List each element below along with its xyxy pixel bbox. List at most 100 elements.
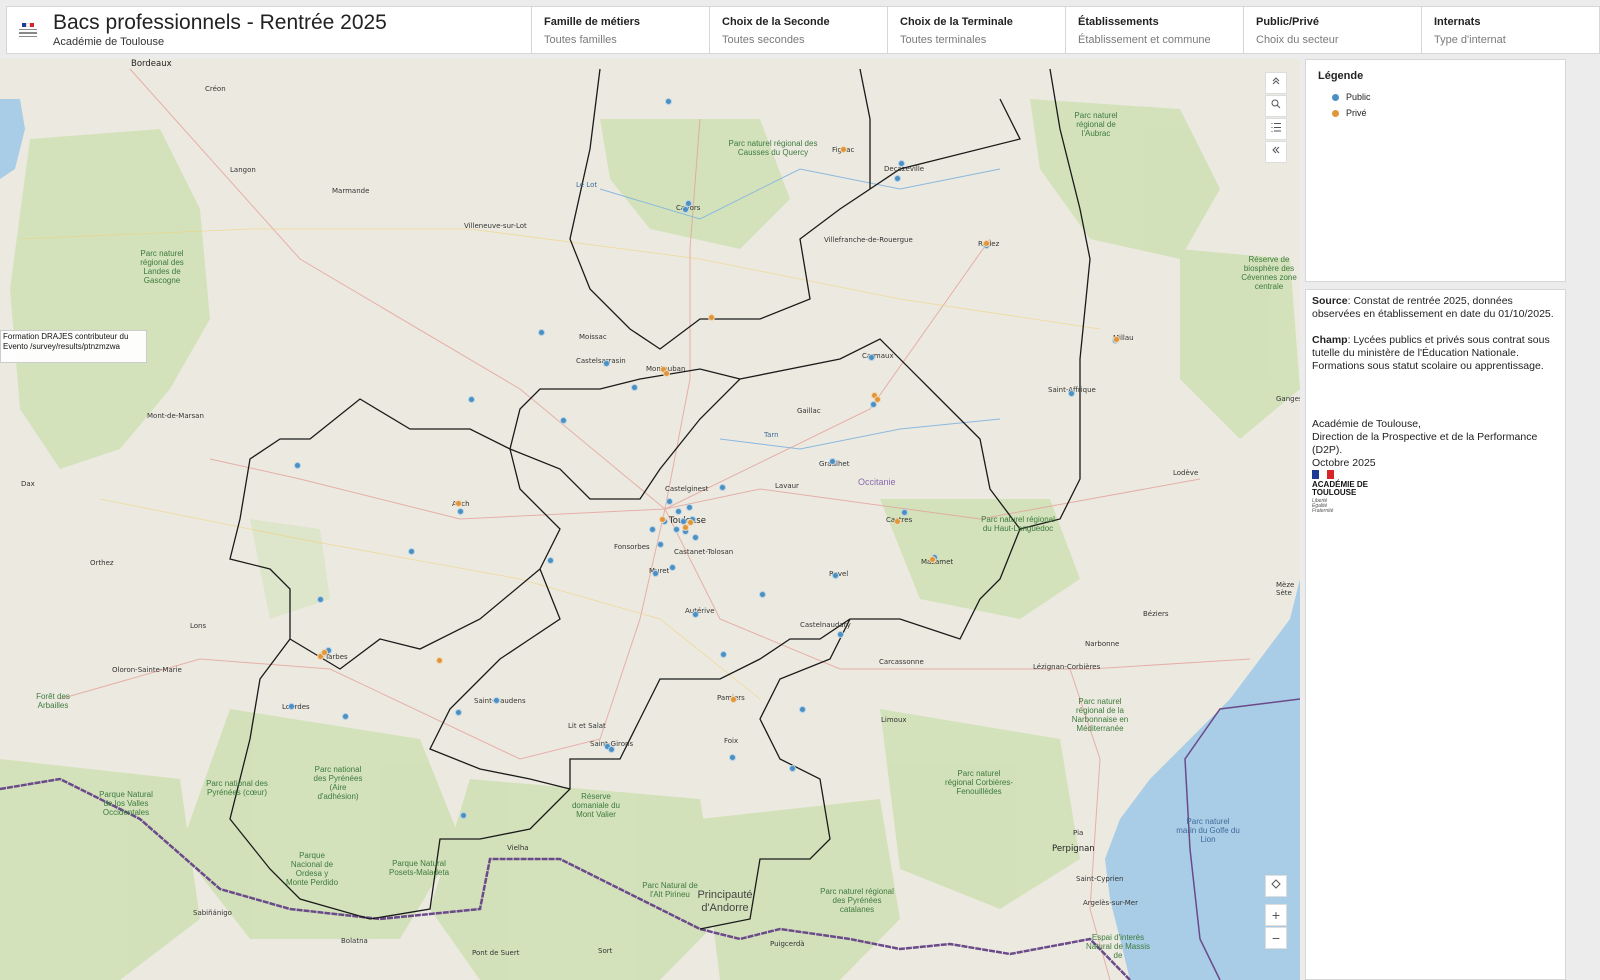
establishment-marker-public[interactable] — [341, 712, 349, 720]
filter-label: Établissements — [1078, 16, 1159, 28]
establishment-marker-public[interactable] — [648, 525, 656, 533]
place-label: Pia — [1073, 829, 1084, 837]
place-label: Lit et Salat — [568, 722, 606, 730]
filter-etablissements[interactable]: Établissements Établissement et commune — [1065, 7, 1243, 53]
source-label: Source — [1312, 295, 1348, 307]
establishment-marker-public[interactable] — [546, 556, 554, 564]
filter-famille-de-metiers[interactable]: Famille de métiers Toutes familles — [531, 7, 709, 53]
establishment-marker-public[interactable] — [672, 525, 680, 533]
establishment-marker-prive[interactable] — [873, 395, 881, 403]
establishment-marker-public[interactable] — [537, 328, 545, 336]
establishment-marker-public[interactable] — [664, 97, 672, 105]
establishment-marker-public[interactable] — [467, 395, 475, 403]
establishment-marker-public[interactable] — [719, 650, 727, 658]
establishment-marker-public[interactable] — [718, 483, 726, 491]
establishment-marker-public[interactable] — [685, 503, 693, 511]
place-label: Perpignan — [1052, 844, 1095, 854]
list-button[interactable] — [1265, 118, 1287, 140]
search-button[interactable] — [1265, 95, 1287, 117]
establishment-marker-public[interactable] — [559, 416, 567, 424]
place-label: Carmaux — [862, 352, 894, 360]
credit-line: Octobre 2025 — [1312, 457, 1376, 469]
establishment-marker-prive[interactable] — [839, 145, 847, 153]
filter-choix-seconde[interactable]: Choix de la Seconde Toutes secondes — [709, 7, 887, 53]
establishment-marker-prive[interactable] — [320, 648, 328, 656]
establishment-marker-prive[interactable] — [707, 313, 715, 321]
establishment-marker-public[interactable] — [656, 540, 664, 548]
establishment-marker-public[interactable] — [893, 174, 901, 182]
champ-label: Champ — [1312, 334, 1348, 346]
establishment-marker-public[interactable] — [316, 595, 324, 603]
establishment-marker-prive[interactable] — [893, 517, 901, 525]
park-label: Parc naturel régional Corbières-Fenouill… — [944, 769, 1014, 796]
brand: Bacs professionnels - Rentrée 2025 Acadé… — [7, 7, 531, 53]
champ-note: Champ: Lycées publics et privés sous con… — [1312, 334, 1559, 373]
map-view[interactable]: Bordeaux Créon Langon Marmande Villeneuv… — [0, 59, 1300, 980]
establishment-marker-prive[interactable] — [982, 239, 990, 247]
establishment-marker-public[interactable] — [287, 702, 295, 710]
establishment-marker-public[interactable] — [454, 708, 462, 716]
place-label: Sort — [598, 947, 613, 955]
establishment-marker-public[interactable] — [492, 696, 500, 704]
place-label: Lodève — [1173, 469, 1199, 477]
filter-public-prive[interactable]: Public/Privé Choix du secteur — [1243, 7, 1421, 53]
establishment-marker-public[interactable] — [900, 508, 908, 516]
establishment-marker-public[interactable] — [630, 383, 638, 391]
place-label: Lons — [190, 622, 207, 630]
park-label: Parque Nacional de Ordesa y Monte Perdid… — [285, 851, 339, 887]
locate-icon — [1271, 879, 1281, 889]
establishment-marker-public[interactable] — [293, 461, 301, 469]
establishment-marker-public[interactable] — [1067, 389, 1075, 397]
establishment-marker-public[interactable] — [607, 745, 615, 753]
establishment-marker-public[interactable] — [788, 764, 796, 772]
establishment-marker-public[interactable] — [602, 359, 610, 367]
park-label: Parc national des Pyrénées (cœur) — [206, 779, 268, 797]
establishment-marker-public[interactable] — [681, 205, 689, 213]
academie-logo: ACADÉMIE DE TOULOUSE Liberté Égalité Fra… — [1312, 470, 1559, 514]
establishment-marker-public[interactable] — [456, 507, 464, 515]
park-label: Parque Natural de los Valles Occidentale… — [99, 790, 153, 817]
back-button[interactable] — [1265, 141, 1287, 163]
establishment-marker-public[interactable] — [651, 569, 659, 577]
establishment-marker-public[interactable] — [459, 811, 467, 819]
establishment-marker-public[interactable] — [674, 507, 682, 515]
establishment-marker-prive[interactable] — [658, 515, 666, 523]
filter-internats[interactable]: Internats Type d'internat — [1421, 7, 1596, 53]
filter-value: Type d'internat — [1434, 34, 1506, 46]
establishment-marker-prive[interactable] — [729, 695, 737, 703]
establishment-marker-public[interactable] — [691, 610, 699, 618]
legend-title: Légende — [1318, 70, 1364, 82]
establishment-marker-prive[interactable] — [1112, 335, 1120, 343]
locate-button[interactable] — [1265, 875, 1287, 897]
establishment-marker-prive[interactable] — [435, 656, 443, 664]
filter-label: Internats — [1434, 16, 1481, 28]
filter-choix-terminale[interactable]: Choix de la Terminale Toutes terminales — [887, 7, 1065, 53]
establishment-marker-public[interactable] — [407, 547, 415, 555]
establishment-marker-public[interactable] — [831, 571, 839, 579]
establishment-marker-public[interactable] — [836, 630, 844, 638]
map-popup[interactable]: Formation DRAJES contributeur du Evento … — [0, 330, 147, 363]
legend-item-public: Public — [1332, 92, 1553, 102]
establishment-marker-public[interactable] — [728, 753, 736, 761]
collapse-button[interactable] — [1265, 72, 1287, 94]
establishment-marker-public[interactable] — [798, 705, 806, 713]
place-label: Moissac — [579, 333, 607, 341]
establishment-marker-public[interactable] — [897, 159, 905, 167]
establishment-marker-public[interactable] — [867, 353, 875, 361]
place-label: Sabiñánigo — [193, 909, 232, 917]
zoom-out-button[interactable]: − — [1265, 927, 1287, 949]
establishment-marker-public[interactable] — [691, 533, 699, 541]
establishment-marker-prive[interactable] — [454, 499, 462, 507]
zoom-in-button[interactable]: + — [1265, 904, 1287, 926]
establishment-marker-prive[interactable] — [662, 369, 670, 377]
app-header: Bacs professionnels - Rentrée 2025 Acadé… — [6, 6, 1600, 54]
establishment-marker-public[interactable] — [668, 563, 676, 571]
establishment-marker-public[interactable] — [758, 590, 766, 598]
establishment-marker-prive[interactable] — [928, 555, 936, 563]
filter-label: Choix de la Seconde — [722, 16, 830, 28]
establishment-marker-public[interactable] — [828, 457, 836, 465]
double-chevron-up-icon — [1272, 77, 1280, 85]
establishment-marker-prive[interactable] — [681, 523, 689, 531]
place-label: Langon — [230, 166, 256, 174]
establishment-marker-public[interactable] — [665, 497, 673, 505]
